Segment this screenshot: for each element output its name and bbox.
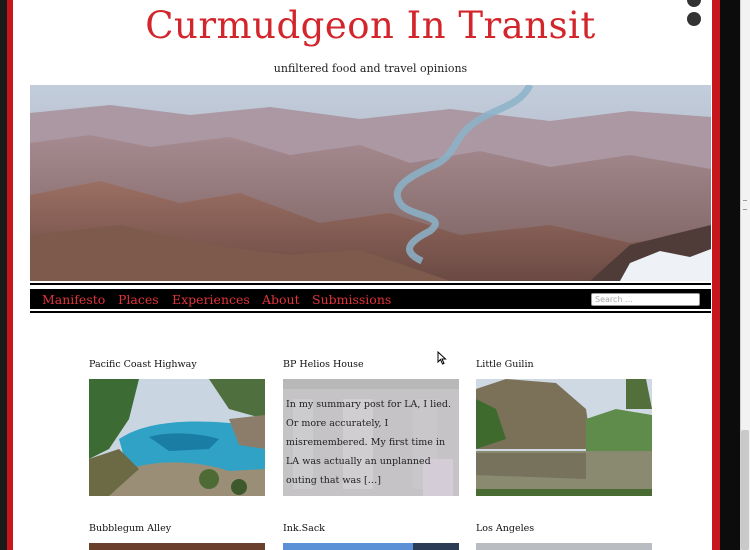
coast-image bbox=[89, 379, 265, 496]
post-title[interactable]: Little Guilin bbox=[476, 359, 534, 370]
post-thumbnail[interactable] bbox=[476, 379, 652, 496]
post-title[interactable]: Pacific Coast Highway bbox=[89, 359, 197, 370]
scrollbar-thumb[interactable] bbox=[741, 430, 749, 550]
nav-item-submissions[interactable]: Submissions bbox=[312, 292, 391, 307]
los-angeles-image bbox=[476, 543, 652, 550]
nav-item-places[interactable]: Places bbox=[118, 292, 159, 307]
scrollbar-grip[interactable] bbox=[743, 200, 747, 210]
nav-item-manifesto[interactable]: Manifesto bbox=[42, 292, 105, 307]
canyon-image bbox=[30, 85, 711, 281]
post-excerpt: In my summary post for LA, I lied. Or mo… bbox=[283, 379, 459, 496]
post-thumbnail[interactable]: In my summary post for LA, I lied. Or mo… bbox=[283, 379, 459, 496]
lake-image bbox=[476, 379, 652, 496]
post-title[interactable]: Los Angeles bbox=[476, 523, 534, 534]
header-image bbox=[30, 85, 711, 281]
page-content: Curmudgeon In Transit unfiltered food an… bbox=[13, 0, 712, 550]
nav-rule bbox=[30, 311, 711, 313]
post-thumbnail[interactable] bbox=[89, 543, 265, 550]
nav-item-experiences[interactable]: Experiences bbox=[172, 292, 250, 307]
post-thumbnail[interactable] bbox=[283, 543, 459, 550]
search-input[interactable]: Search ... bbox=[591, 293, 700, 306]
post-thumbnail[interactable] bbox=[476, 543, 652, 550]
main-nav: Manifesto Places Experiences About Submi… bbox=[30, 287, 711, 311]
post-thumbnail[interactable] bbox=[89, 379, 265, 496]
nav-item-about[interactable]: About bbox=[262, 292, 300, 307]
post-title[interactable]: BP Helios House bbox=[283, 359, 364, 370]
page-frame-right-accent bbox=[712, 0, 720, 550]
alley-image bbox=[89, 543, 265, 550]
ink-sack-image bbox=[283, 543, 459, 550]
site-title[interactable]: Curmudgeon In Transit bbox=[13, 4, 728, 47]
post-title[interactable]: Bubblegum Alley bbox=[89, 523, 171, 534]
mouse-cursor-icon bbox=[437, 351, 447, 365]
nav-rule bbox=[30, 283, 711, 285]
page-frame-left bbox=[0, 0, 7, 550]
site-tagline: unfiltered food and travel opinions bbox=[273, 62, 468, 75]
post-title[interactable]: Ink.Sack bbox=[283, 523, 325, 534]
page-frame-right bbox=[720, 0, 740, 550]
